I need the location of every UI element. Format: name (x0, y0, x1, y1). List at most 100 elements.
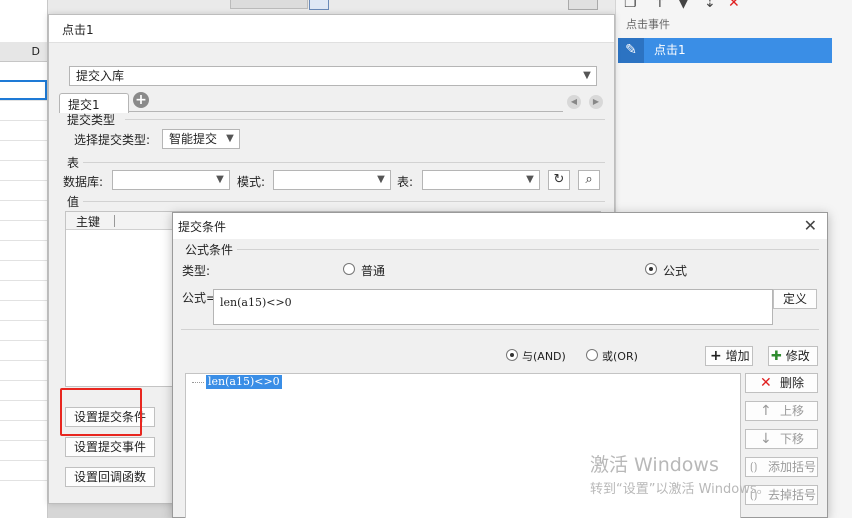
row-line (0, 300, 47, 301)
copy-icon[interactable]: ❐ (624, 0, 637, 10)
grid-header: 主键 (66, 212, 176, 230)
row-line (0, 180, 47, 181)
formula-condition-section: 公式条件 (185, 243, 234, 257)
database-label: 数据库: (63, 175, 104, 189)
row-line (0, 280, 47, 281)
row-line (0, 420, 47, 421)
radio-or[interactable] (586, 349, 598, 361)
add-button[interactable]: + 增加 (705, 346, 753, 366)
row-line (0, 340, 47, 341)
add-bracket-button-label: 添加括号 (768, 460, 817, 474)
delete-button[interactable]: ✕ 删除 (745, 373, 818, 393)
top-toolbar-strip (0, 0, 615, 14)
radio-formula-label: 公式 (663, 264, 688, 278)
divider (237, 249, 819, 250)
tree-connector (192, 382, 204, 383)
submit-condition-dialog: 提交条件 ✕ 公式条件 类型: 普通 公式 公式= len(a15)<>0 定义… (172, 212, 828, 518)
submit-type-section: 提交类型 (67, 113, 116, 127)
selected-cell[interactable] (0, 80, 47, 100)
toolbar-field[interactable] (230, 0, 308, 9)
sort-icon[interactable]: ⇣ (704, 0, 716, 10)
delete-icon[interactable]: ✕ (728, 0, 740, 10)
column-separator[interactable] (114, 215, 115, 227)
move-up-icon[interactable]: ↑ (654, 0, 666, 10)
table-label: 表: (397, 175, 414, 189)
edit-icon: ✚ (771, 349, 782, 364)
refresh-icon[interactable]: ↻ (548, 170, 570, 190)
close-icon[interactable]: ✕ (804, 216, 817, 235)
dialog-title: 点击1 (62, 23, 94, 37)
arrow-up-icon: ↑ (760, 403, 772, 419)
divider (83, 162, 605, 163)
divider (181, 329, 819, 330)
tab-submit-1[interactable]: 提交1 (59, 93, 129, 113)
chevron-down-icon: ▼ (377, 174, 385, 185)
formula-input[interactable]: len(a15)<>0 (213, 289, 773, 325)
row-line (0, 140, 47, 141)
row-line (0, 220, 47, 221)
row-line (0, 440, 47, 441)
chevron-down-icon: ▼ (216, 174, 224, 185)
row-line (0, 320, 47, 321)
delete-button-label: 删除 (780, 376, 805, 390)
set-callback-button[interactable]: 设置回调函数 (65, 467, 155, 487)
database-select[interactable]: ▼ (112, 170, 230, 190)
event-list-item[interactable]: ✎ 点击1 (618, 38, 832, 63)
set-submit-event-button[interactable]: 设置提交事件 (65, 437, 155, 457)
formula-label: 公式= (182, 291, 217, 305)
delete-x-icon: ✕ (760, 375, 772, 391)
event-panel-header: 点击事件 (626, 18, 670, 31)
arrow-down-icon: ↓ (760, 431, 772, 447)
mode-select[interactable]: ▼ (273, 170, 391, 190)
edit-button[interactable]: ✚ 修改 (768, 346, 818, 366)
radio-normal[interactable] (343, 263, 355, 275)
activation-watermark-title: 激活 Windows (590, 454, 719, 476)
row-line (0, 480, 47, 481)
add-bracket-button[interactable]: ⟮⟯ 添加括号 (745, 457, 818, 477)
move-down-button[interactable]: ↓ 下移 (745, 429, 818, 449)
divider (83, 201, 605, 202)
toolbar-button-right[interactable] (568, 0, 598, 10)
row-line (0, 260, 47, 261)
radio-formula[interactable] (645, 263, 657, 275)
radio-or-label: 或(OR) (602, 350, 638, 363)
chevron-down-icon: ▼ (226, 133, 234, 144)
add-tab-icon[interactable]: + (133, 92, 149, 108)
primary-key-header: 主键 (76, 215, 101, 229)
move-down-button-label: 下移 (780, 432, 805, 446)
bracket-icon: ⟮⟯ (750, 460, 758, 473)
prev-tab-icon[interactable]: ◀ (567, 95, 581, 109)
pencil-icon[interactable]: ✎ (618, 38, 644, 63)
action-type-value: 提交入库 (76, 69, 125, 83)
edit-button-label: 修改 (785, 349, 810, 363)
row-line (0, 100, 47, 101)
sub-dialog-titlebar: 提交条件 ✕ (173, 213, 827, 239)
spreadsheet-background: D (0, 0, 48, 518)
type-label: 类型: (182, 264, 211, 278)
search-table-icon[interactable]: ⌕ (578, 170, 600, 190)
remove-bracket-button-label: 去掉括号 (768, 488, 817, 502)
radio-and[interactable] (506, 349, 518, 361)
table-select[interactable]: ▼ (422, 170, 540, 190)
move-down-icon[interactable]: ▼ (678, 0, 689, 10)
define-button[interactable]: 定义 (773, 289, 817, 309)
row-line (0, 380, 47, 381)
row-line (0, 360, 47, 361)
toolbar-button[interactable] (309, 0, 329, 10)
chevron-down-icon: ▼ (583, 70, 591, 81)
submit-type-label: 选择提交类型: (74, 133, 151, 147)
add-button-label: 增加 (725, 349, 750, 363)
highlight-box (60, 388, 142, 436)
row-line (0, 120, 47, 121)
row-line (0, 240, 47, 241)
tree-node[interactable]: len(a15)<>0 (206, 375, 282, 389)
submit-type-select[interactable]: 智能提交 ▼ (162, 129, 240, 149)
move-up-button[interactable]: ↑ 上移 (745, 401, 818, 421)
next-tab-icon[interactable]: ▶ (589, 95, 603, 109)
column-header-d[interactable]: D (0, 42, 47, 62)
row-line (0, 400, 47, 401)
row-line (0, 160, 47, 161)
activation-watermark-text: 转到“设置”以激活 Windows。 (590, 482, 770, 497)
dialog-titlebar: 点击1 (49, 15, 614, 43)
action-type-select[interactable]: 提交入库 ▼ (69, 66, 597, 86)
